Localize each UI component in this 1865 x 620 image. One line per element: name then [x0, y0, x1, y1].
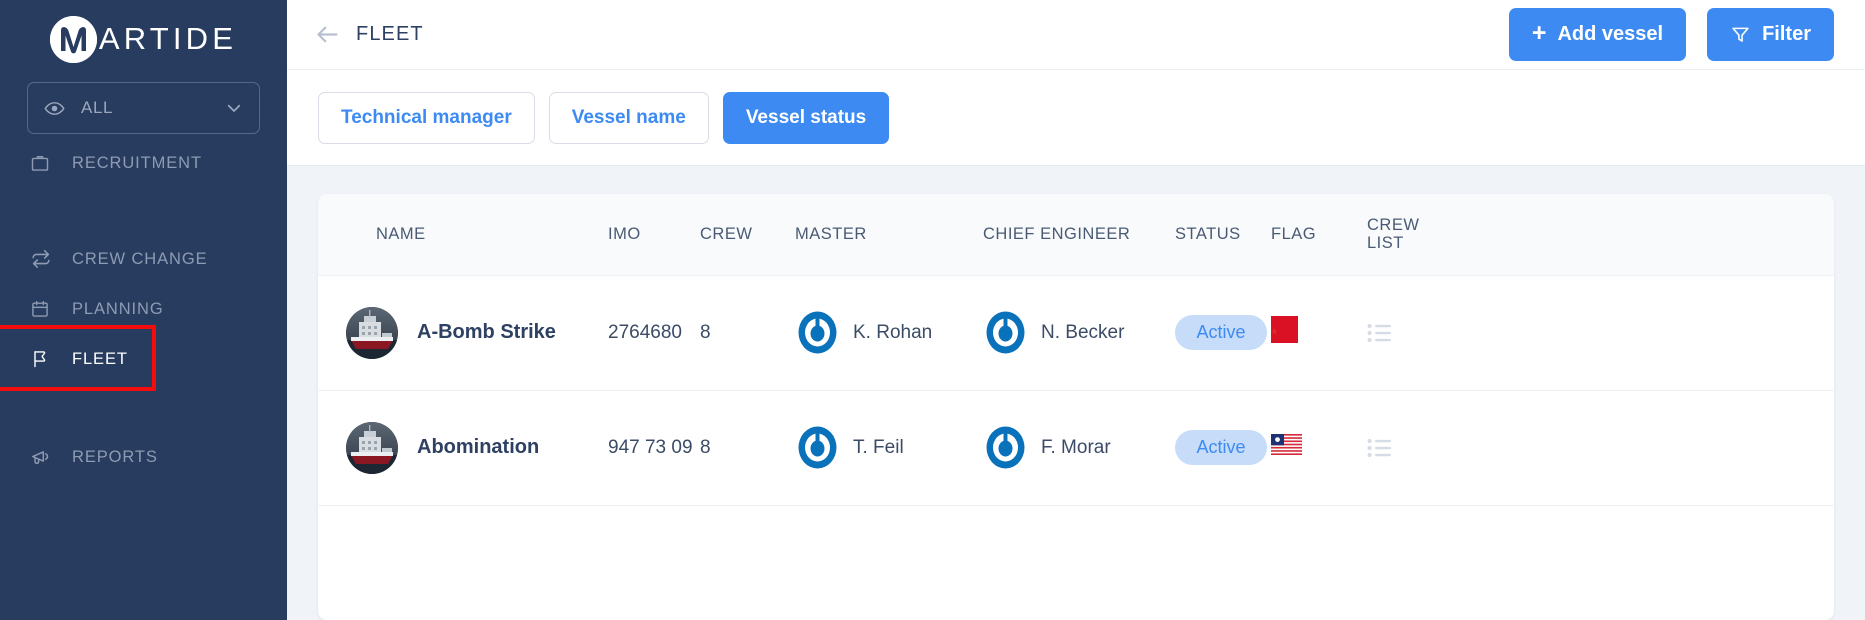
sidebar-item-fleet[interactable]: FLEET: [0, 325, 287, 391]
sidebar-nav: RECRUITMENT CREW CHANGE PLANNING FLEET R…: [0, 138, 287, 482]
crew-count: 8: [700, 436, 711, 458]
view-filter-label: ALL: [81, 98, 114, 117]
topbar: FLEET + Add vessel Filter: [287, 0, 1865, 70]
funnel-icon: [1730, 24, 1751, 45]
table-row[interactable]: Abomination 947 73 09 8 T. Feil F. Morar…: [318, 390, 1834, 506]
main-content: FLEET + Add vessel Filter Technical mana…: [287, 0, 1865, 620]
vessel-name-label: Abomination: [417, 436, 540, 459]
briefcase-icon: [30, 153, 56, 173]
column-header-spacer: [1477, 194, 1834, 276]
cell-crew: 8: [700, 390, 795, 506]
tab-technical-manager[interactable]: Technical manager: [318, 91, 535, 144]
column-header-chief-engineer[interactable]: CHIEF ENGINEER: [983, 194, 1175, 276]
sidebar-item-planning[interactable]: PLANNING: [0, 284, 287, 334]
column-header-flag[interactable]: FLAG: [1271, 194, 1367, 276]
cell-crew: 8: [700, 275, 795, 391]
chief-engineer-name: F. Morar: [1041, 436, 1111, 458]
cell-flag: [1271, 275, 1367, 391]
cell-imo: 2764680: [608, 275, 700, 391]
filter-tabs: Technical manager Vessel name Vessel sta…: [287, 70, 1865, 166]
page-title: FLEET: [356, 23, 424, 45]
list-icon[interactable]: [1367, 322, 1477, 344]
cell-master: T. Feil: [795, 390, 983, 506]
cell-chief-engineer: F. Morar: [983, 390, 1175, 506]
column-header-crew-list[interactable]: CREW LIST: [1367, 194, 1477, 276]
table-header-row: NAME IMO CREW MASTER CHIEF ENGINEER STAT…: [318, 194, 1834, 276]
table-row[interactable]: A-Bomb Strike 2764680 8 K. Rohan N. Beck…: [318, 275, 1834, 391]
exchange-icon: [30, 248, 56, 270]
master-name: T. Feil: [853, 436, 904, 458]
cell-crew-list[interactable]: [1367, 390, 1477, 506]
cell-flag: [1271, 390, 1367, 506]
cell-crew-list[interactable]: [1367, 275, 1477, 391]
master-name: K. Rohan: [853, 321, 933, 343]
sidebar-item-reports[interactable]: REPORTS: [0, 432, 287, 482]
fleet-table-body: A-Bomb Strike 2764680 8 K. Rohan N. Beck…: [318, 275, 1834, 506]
cell-spacer: [1477, 390, 1834, 506]
column-header-name[interactable]: NAME: [318, 194, 608, 276]
cell-status: Active *: [1175, 275, 1278, 391]
eye-icon: [44, 98, 65, 119]
vessel-thumbnail-icon: [346, 306, 398, 359]
cell-vessel-name[interactable]: A-Bomb Strike: [318, 275, 608, 391]
status-asterisk-icon: *: [1271, 324, 1278, 344]
add-vessel-button[interactable]: + Add vessel: [1508, 8, 1687, 61]
avatar: [983, 425, 1028, 470]
avatar: [795, 425, 840, 470]
sidebar-item-label: FLEET: [72, 349, 128, 368]
crew-list-line-2: LIST: [1367, 234, 1404, 253]
avatar: [795, 310, 840, 355]
column-header-crew[interactable]: CREW: [700, 194, 795, 276]
crew-list-line-1: CREW: [1367, 216, 1420, 234]
fleet-table-card: NAME IMO CREW MASTER CHIEF ENGINEER STAT…: [318, 194, 1834, 620]
sidebar-item-crew-change[interactable]: CREW CHANGE: [0, 234, 287, 284]
content-area: NAME IMO CREW MASTER CHIEF ENGINEER STAT…: [287, 166, 1865, 620]
fleet-table: NAME IMO CREW MASTER CHIEF ENGINEER STAT…: [318, 194, 1834, 506]
united-states-flag-icon: [1271, 434, 1302, 461]
flag-icon: [30, 349, 56, 369]
imo-value: 947 73 09: [608, 436, 693, 458]
sidebar-item-label: PLANNING: [72, 299, 164, 318]
list-icon[interactable]: [1367, 437, 1477, 459]
filter-button[interactable]: Filter: [1707, 8, 1834, 61]
cell-status: Active: [1175, 390, 1271, 506]
brand-logo[interactable]: ARTIDE: [0, 0, 287, 72]
brand-name: ARTIDE: [98, 20, 238, 56]
fleet-table-head: NAME IMO CREW MASTER CHIEF ENGINEER STAT…: [318, 194, 1834, 276]
status-badge: Active: [1175, 430, 1267, 466]
vessel-name-label: A-Bomb Strike: [417, 321, 556, 344]
calendar-icon: [30, 299, 56, 319]
view-filter-dropdown[interactable]: ALL: [27, 82, 260, 134]
sidebar-item-recruitment[interactable]: RECRUITMENT: [0, 138, 287, 188]
avatar: [983, 310, 1028, 355]
arrow-left-icon[interactable]: [314, 21, 341, 48]
vessel-thumbnail-icon: [346, 421, 398, 474]
add-vessel-label: Add vessel: [1557, 23, 1664, 45]
sidebar: ARTIDE ALL RECRUITMENT CREW CHANGE PLANN…: [0, 0, 287, 620]
megaphone-icon: [30, 446, 56, 468]
cell-vessel-name[interactable]: Abomination: [318, 390, 608, 506]
chevron-down-icon: [225, 99, 243, 117]
cell-imo: 947 73 09: [608, 390, 700, 506]
imo-value: 2764680: [608, 321, 682, 343]
column-header-master[interactable]: MASTER: [795, 194, 983, 276]
plus-icon: +: [1531, 19, 1547, 47]
status-badge: Active: [1175, 315, 1267, 351]
sidebar-item-label: RECRUITMENT: [72, 153, 202, 172]
crew-count: 8: [700, 321, 711, 343]
cell-master: K. Rohan: [795, 275, 983, 391]
column-header-status[interactable]: STATUS: [1175, 194, 1271, 276]
m-circle-logo-icon: [49, 15, 97, 63]
chief-engineer-name: N. Becker: [1041, 321, 1125, 343]
tab-vessel-status[interactable]: Vessel status: [722, 91, 890, 144]
tab-vessel-name[interactable]: Vessel name: [548, 91, 709, 144]
app-root: ARTIDE ALL RECRUITMENT CREW CHANGE PLANN…: [0, 0, 1865, 620]
filter-label: Filter: [1762, 23, 1811, 45]
cell-spacer: [1477, 275, 1834, 391]
sidebar-item-label: REPORTS: [72, 447, 158, 466]
sidebar-item-label: CREW CHANGE: [72, 249, 208, 268]
column-header-imo[interactable]: IMO: [608, 194, 700, 276]
cell-chief-engineer: N. Becker: [983, 275, 1175, 391]
